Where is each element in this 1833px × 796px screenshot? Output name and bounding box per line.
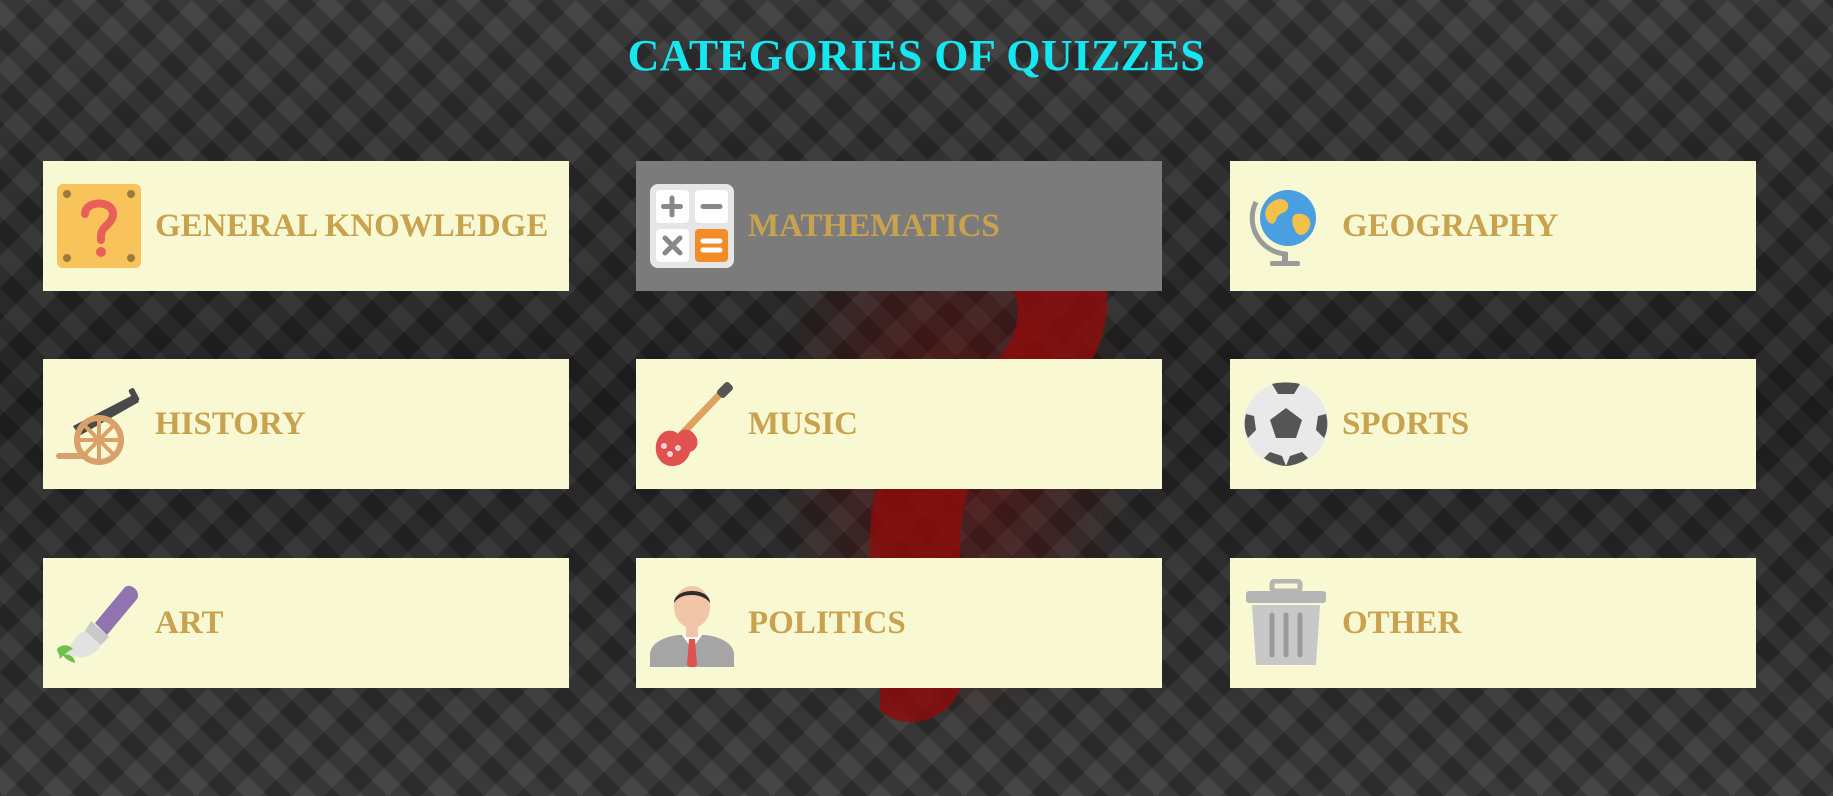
question-box-icon (55, 182, 143, 270)
category-geography[interactable]: GEOGRAPHY (1230, 161, 1756, 291)
category-music[interactable]: MUSIC (636, 359, 1162, 489)
category-general-knowledge[interactable]: GENERAL KNOWLEDGE (43, 161, 569, 291)
category-label: ART (155, 604, 224, 641)
globe-icon (1242, 182, 1330, 270)
category-label: MATHEMATICS (748, 207, 1000, 244)
category-politics[interactable]: POLITICS (636, 558, 1162, 688)
category-label: MUSIC (748, 405, 859, 442)
paintbrush-icon (55, 579, 143, 667)
calculator-icon (648, 182, 736, 270)
category-label: GENERAL KNOWLEDGE (155, 207, 549, 244)
politician-icon (648, 579, 736, 667)
guitar-icon (648, 380, 736, 468)
trash-can-icon (1242, 579, 1330, 667)
category-label: HISTORY (155, 405, 306, 442)
category-label: GEOGRAPHY (1342, 207, 1559, 244)
category-mathematics[interactable]: MATHEMATICS (636, 161, 1162, 291)
category-label: OTHER (1342, 604, 1462, 641)
category-label: SPORTS (1342, 405, 1470, 442)
soccer-ball-icon (1242, 380, 1330, 468)
page-title: CATEGORIES OF QUIZZES (627, 31, 1206, 80)
category-art[interactable]: ART (43, 558, 569, 688)
cannon-icon (55, 380, 143, 468)
category-history[interactable]: HISTORY (43, 359, 569, 489)
category-label: POLITICS (748, 604, 906, 641)
category-other[interactable]: OTHER (1230, 558, 1756, 688)
category-sports[interactable]: SPORTS (1230, 359, 1756, 489)
